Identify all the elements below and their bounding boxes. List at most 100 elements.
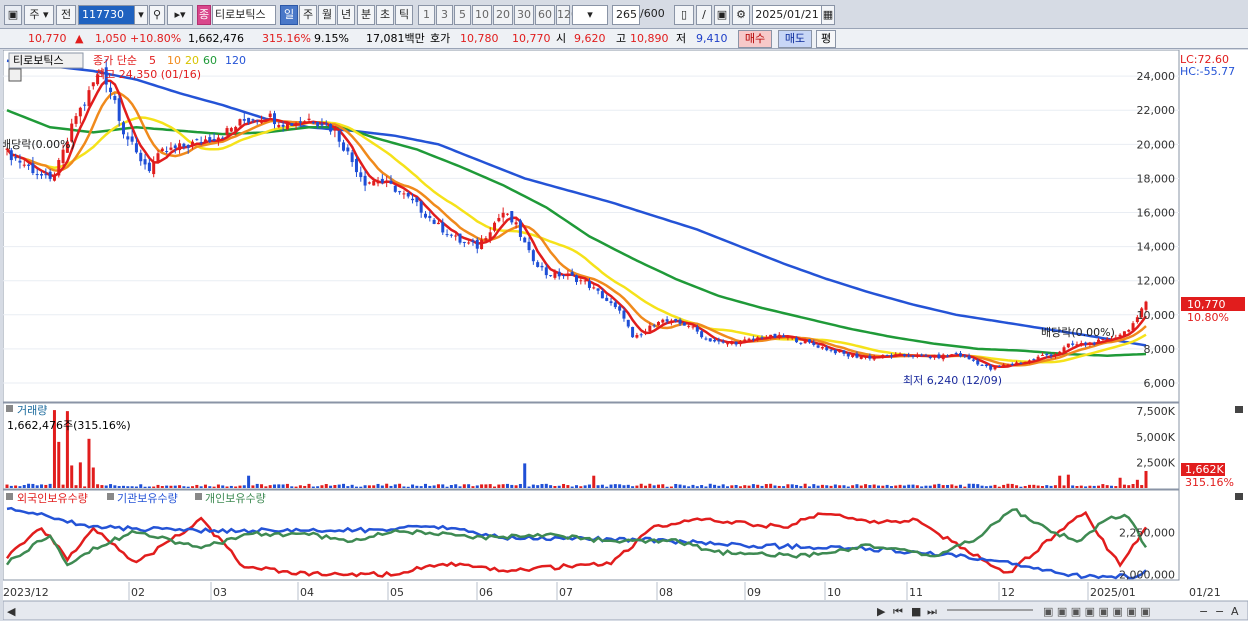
prev-button[interactable]: 전 [56,5,76,25]
date-input[interactable]: 2025/01/21 [752,5,822,25]
settings-icon[interactable]: ⚙ [732,5,750,25]
minute-5[interactable]: 5 [454,5,471,25]
tab-tick[interactable]: 틱 [395,5,413,25]
buy-button[interactable]: 매수 [738,30,772,48]
save-icon[interactable]: ▣ [714,5,730,25]
x-axis-label: 01/21 [1189,586,1221,599]
code-dropdown-icon[interactable]: ▾ [134,5,148,25]
holding-close-icon[interactable] [1235,493,1243,500]
volume-title: 거래량 [17,404,47,417]
candle-body [531,250,535,262]
candle-body [592,287,596,289]
volume-bar [730,485,734,488]
tab-month[interactable]: 월 [318,5,336,25]
layout-tools-icon[interactable]: ▣ ▣ ▣ ▣ ▣ ▣ ▣ ▣ [1043,605,1151,618]
chart-window: ▣ 주 ▾ 전 117730 ▾ ⚲ ▸▾ 종 티로보틱스 일 주 월 년 분 … [0,0,1248,621]
x-axis-label: 12 [1001,586,1015,599]
custom-period-input[interactable]: ▾ [572,5,608,25]
candle-body [1097,339,1101,344]
sell-button[interactable]: 매도 [778,30,812,48]
candle-body [600,291,604,299]
volume-bar [799,486,803,488]
code-input[interactable]: 117730 [78,5,136,25]
minute-60[interactable]: 60 [535,5,555,25]
volume-bar [139,484,143,488]
rewind-icon[interactable]: ⏮ [893,605,903,618]
volume-bar [687,486,691,488]
volume-bar [583,485,587,488]
scroll-right-icon[interactable]: ▶ [877,605,886,618]
speaker-icon[interactable]: ▸▾ [167,5,193,25]
layout-icon[interactable]: ▣ [4,5,22,25]
candle-body [562,274,566,276]
font-size-icon[interactable]: A [1231,605,1239,618]
zoom-out-icon[interactable]: − [1199,605,1208,618]
minute-3[interactable]: 3 [436,5,453,25]
draw-tool-icon[interactable]: ∕ [696,5,712,25]
candle-body [868,355,872,359]
candle-body [9,150,13,161]
tab-minute[interactable]: 분 [357,5,375,25]
candle-body [946,355,950,357]
minute-1[interactable]: 1 [418,5,435,25]
volume-bar [480,484,484,488]
candle-body [449,234,453,236]
count-input[interactable]: 265 [612,5,640,25]
minute-20[interactable]: 20 [493,5,513,25]
search-icon[interactable]: ⚲ [149,5,165,25]
volume-bar [933,484,937,488]
candle-body [281,124,285,127]
minute-30[interactable]: 30 [514,5,534,25]
volume-bar [605,486,609,488]
tab-day[interactable]: 일 [280,5,298,25]
volume-bar [695,486,699,488]
candle-type-icon[interactable]: ▯ [674,5,694,25]
fast-forward-icon[interactable]: ⏭ [927,605,937,618]
volume-bar [436,484,440,488]
volume-bar [592,475,596,488]
volume-bar [320,485,324,488]
volume-bar [380,485,384,488]
holding-retail-label: 개인보유수량 [205,492,266,505]
candle-body [557,271,561,277]
tab-year[interactable]: 년 [337,5,355,25]
candle-body [665,319,669,322]
volume-bar [493,486,497,488]
candle-body [1045,353,1049,356]
candle-body [117,98,121,121]
volume-bar [898,484,902,488]
indicator-grid-icon[interactable] [8,68,22,82]
volume-bar [1053,485,1057,488]
period-select[interactable]: 주 ▾ [24,5,54,25]
eval-button[interactable]: 평 [816,30,836,48]
volume-bar [1006,483,1010,488]
volume-bar [868,485,872,488]
volume-bar [402,486,406,488]
calendar-icon[interactable]: ▦ [821,5,835,25]
volume-bar [764,484,768,488]
volume-bar [713,484,717,488]
price-tick-label: 8,000 [1144,343,1176,356]
candle-body [307,118,311,120]
candle-body [825,347,829,351]
zoom-minus-icon[interactable]: − [1215,605,1224,618]
tab-week[interactable]: 주 [299,5,317,25]
candle-body [285,122,289,130]
volume-bar [678,484,682,488]
minute-120[interactable]: 120 [556,5,578,25]
tab-second[interactable]: 초 [376,5,394,25]
stock-name[interactable]: 티로보틱스 [212,5,276,25]
minute-10[interactable]: 10 [472,5,492,25]
trade-amount: 17,081백만 [366,32,425,45]
volume-bar [997,486,1001,488]
turnover-rate: 9.15% [314,32,349,45]
candle-body [372,180,376,186]
price-tick-label: 24,000 [1137,70,1176,83]
volume-bar [156,484,160,488]
scroll-left-icon[interactable]: ◀ [7,605,16,618]
volume-close-icon[interactable] [1235,406,1243,413]
stop-icon[interactable]: ■ [911,605,921,618]
candle-body [1002,364,1006,366]
candle-body [165,151,169,153]
candle-body [678,319,682,324]
